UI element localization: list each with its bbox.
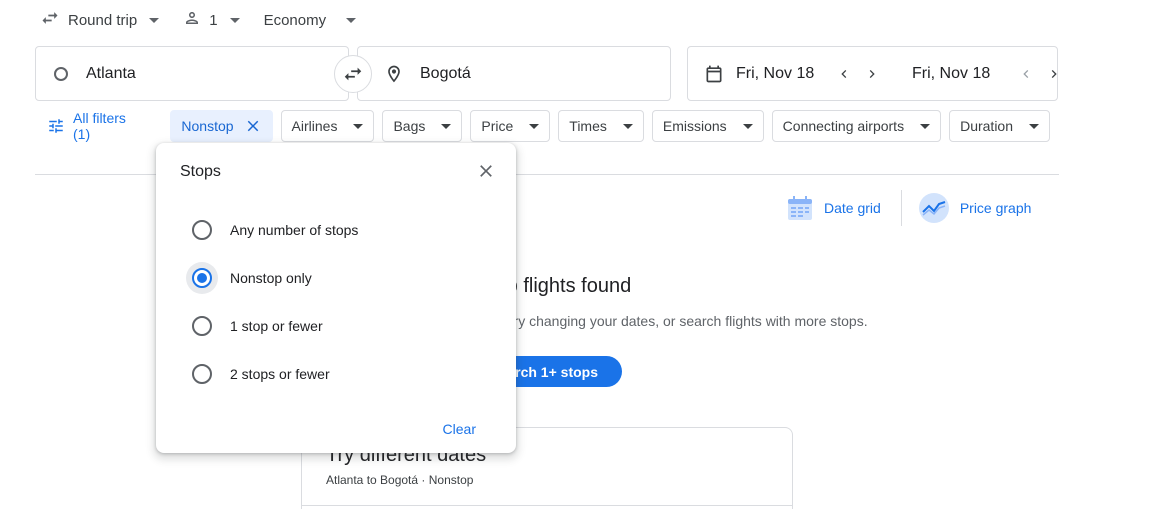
close-icon <box>480 165 492 177</box>
tune-sliders-icon <box>47 117 65 135</box>
chip-airlines[interactable]: Airlines <box>280 110 375 142</box>
stops-option-one[interactable]: 1 stop or fewer <box>192 316 323 336</box>
chevron-down-icon <box>742 123 753 129</box>
radio-button-selected[interactable] <box>192 268 212 288</box>
top-options-row: Round trip 1 Economy <box>40 8 380 32</box>
chip-label: Emissions <box>662 118 727 134</box>
chevron-right-icon[interactable] <box>1042 62 1066 86</box>
close-popover-button[interactable] <box>474 159 498 183</box>
destination-field[interactable]: Bogotá <box>357 46 671 101</box>
option-label: Any number of stops <box>230 222 359 238</box>
chip-label: Times <box>569 118 607 134</box>
location-pin-icon <box>384 64 404 84</box>
cabin-class-select[interactable]: Economy <box>264 12 357 29</box>
chip-label: Nonstop <box>181 118 234 134</box>
chevron-down-icon <box>1029 123 1039 129</box>
origin-circle-icon <box>54 66 68 81</box>
radio-button[interactable] <box>192 316 212 336</box>
chip-price[interactable]: Price <box>470 110 551 142</box>
chip-emissions[interactable]: Emissions <box>651 110 764 142</box>
chevron-down-icon <box>622 123 633 129</box>
close-icon[interactable] <box>244 117 262 135</box>
trip-type-select[interactable]: Round trip <box>40 8 160 32</box>
passengers-select[interactable]: 1 <box>183 9 240 31</box>
stops-popover: Stops Any number of stops Nonstop only 1… <box>156 143 516 453</box>
person-icon <box>183 9 201 31</box>
radio-button[interactable] <box>192 220 212 240</box>
all-filters-label: All filters (1) <box>73 110 126 142</box>
depart-date-field[interactable]: Fri, Nov 18 <box>704 47 884 100</box>
chevron-down-icon <box>353 123 364 129</box>
dates-field: Fri, Nov 18 Fri, Nov 18 <box>687 46 1058 101</box>
chip-label: Price <box>481 118 514 134</box>
passenger-count: 1 <box>209 11 218 29</box>
chevron-left-icon[interactable] <box>1014 62 1038 86</box>
destination-value: Bogotá <box>420 64 471 82</box>
date-grid-button[interactable]: Date grid <box>786 194 881 222</box>
chip-bags[interactable]: Bags <box>382 110 463 142</box>
chevron-down-icon <box>346 17 357 23</box>
stops-option-any[interactable]: Any number of stops <box>192 220 358 240</box>
chevron-down-icon <box>441 123 452 129</box>
date-grid-icon <box>786 194 814 222</box>
chip-label: Bags <box>393 118 426 134</box>
cabin-class-label: Economy <box>263 11 327 29</box>
chevron-right-icon[interactable] <box>860 62 884 86</box>
stops-option-nonstop[interactable]: Nonstop only <box>192 268 312 288</box>
chip-duration[interactable]: Duration <box>949 110 1050 142</box>
try-dates-divider <box>302 505 792 506</box>
option-label: 1 stop or fewer <box>230 318 323 334</box>
stops-option-two[interactable]: 2 stops or fewer <box>192 364 330 384</box>
radio-button[interactable] <box>192 364 212 384</box>
clear-button[interactable]: Clear <box>443 421 476 437</box>
depart-date-value: Fri, Nov 18 <box>736 64 815 82</box>
chip-connecting-airports[interactable]: Connecting airports <box>771 110 942 142</box>
swap-icon <box>344 67 362 81</box>
chip-label: Connecting airports <box>782 118 905 134</box>
date-grid-label: Date grid <box>824 200 881 216</box>
chevron-down-icon <box>920 123 931 129</box>
chip-times[interactable]: Times <box>558 110 644 142</box>
view-divider <box>900 190 902 226</box>
no-results-subtext: . Try changing your dates, or search fli… <box>498 313 868 329</box>
chip-nonstop[interactable]: Nonstop <box>170 110 273 142</box>
return-date-value: Fri, Nov 18 <box>912 64 991 82</box>
price-graph-button[interactable]: Price graph <box>918 192 1032 224</box>
chevron-left-icon[interactable] <box>832 62 856 86</box>
price-graph-icon <box>918 192 950 224</box>
origin-value: Atlanta <box>86 64 136 82</box>
all-filters-button[interactable]: All filters (1) <box>35 110 158 142</box>
price-graph-label: Price graph <box>959 200 1032 216</box>
swap-arrows-icon <box>40 8 60 32</box>
calendar-icon <box>704 64 724 84</box>
swap-locations-button[interactable] <box>334 55 372 93</box>
try-dates-subtitle: Atlanta to Bogotá · Nonstop <box>326 473 474 487</box>
chevron-down-icon <box>529 123 540 129</box>
filter-chips-row: All filters (1) Nonstop Airlines Bags Pr… <box>35 110 1058 142</box>
option-label: Nonstop only <box>230 270 312 286</box>
view-options: Date grid Price graph <box>786 190 1031 226</box>
chip-label: Duration <box>960 118 1013 134</box>
popover-title: Stops <box>180 163 221 180</box>
chevron-down-icon <box>149 17 160 23</box>
return-date-field[interactable]: Fri, Nov 18 <box>912 47 1066 100</box>
chevron-down-icon <box>229 17 240 23</box>
origin-field[interactable]: Atlanta <box>35 46 349 101</box>
trip-type-label: Round trip <box>68 11 138 29</box>
chip-label: Airlines <box>291 118 338 134</box>
search-more-stops-label: rch 1+ stops <box>515 363 598 380</box>
option-label: 2 stops or fewer <box>230 366 330 382</box>
